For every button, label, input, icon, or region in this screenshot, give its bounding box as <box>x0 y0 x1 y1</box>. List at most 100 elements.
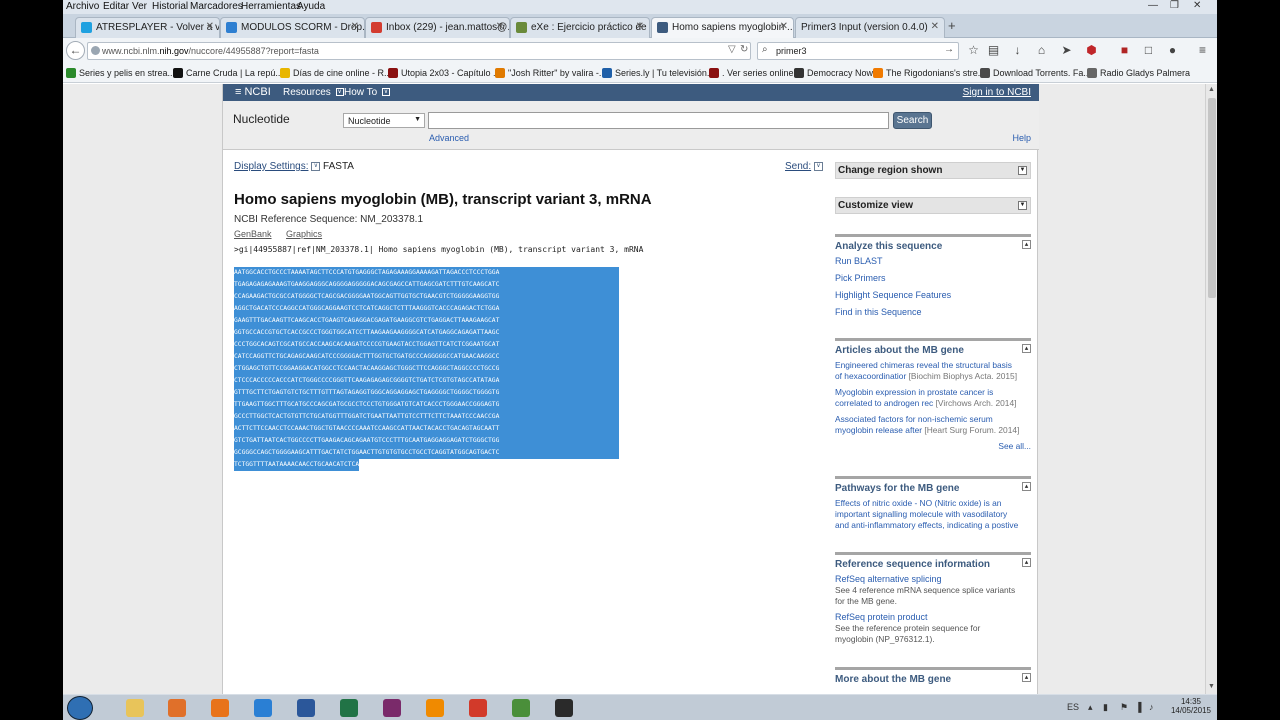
search-term-input[interactable] <box>428 112 889 129</box>
search-button[interactable]: Search <box>893 112 932 129</box>
bookmark-item[interactable]: . Ver series online. <box>709 68 796 78</box>
article-line[interactable]: Engineered chimeras reveal the structura… <box>835 360 1031 371</box>
menu-historial[interactable]: Historial <box>152 1 188 12</box>
url-dropdown-icon[interactable]: ▽ <box>728 44 736 55</box>
article-line[interactable]: myoglobin release after <box>835 425 922 435</box>
chat-icon[interactable]: ● <box>1164 42 1181 59</box>
addon-icon[interactable]: ■ <box>1116 42 1133 59</box>
chrome-taskbar-button[interactable] <box>504 697 538 719</box>
site-identity-icon[interactable] <box>91 46 100 55</box>
bookmark-item[interactable]: Utopia 2x03 - Capítulo ... <box>388 68 501 78</box>
web-search-bar[interactable]: ⌕ primer3 → <box>757 42 959 60</box>
pathway-line[interactable]: and anti-inflammatory effects, indicatin… <box>835 520 1031 531</box>
window-close-icon[interactable]: ✕ <box>1193 0 1201 11</box>
graphics-link[interactable]: Graphics <box>286 229 322 239</box>
reading-list-icon[interactable]: ▤ <box>985 42 1002 59</box>
tab-primer3[interactable]: Primer3 Input (version 0.4.0) ✕ <box>795 17 945 38</box>
reload-icon[interactable]: ↻ <box>740 44 748 55</box>
chevron-down-icon[interactable]: ∨ <box>311 161 321 171</box>
tab-exe[interactable]: eXe : Ejercicio práctico de ... ✕ <box>510 17 650 38</box>
highlight-features-link[interactable]: Highlight Sequence Features <box>835 290 1031 301</box>
volume-icon[interactable]: ♪ <box>1149 702 1154 712</box>
bookmark-item[interactable]: Download Torrents. Fa... <box>980 68 1091 78</box>
excel-taskbar-button[interactable] <box>332 697 366 719</box>
send-menu[interactable]: Send: ∨ <box>785 161 823 172</box>
bookmark-item[interactable]: Carne Cruda | La repú... <box>173 68 283 78</box>
collapse-icon[interactable]: ▴ <box>1022 673 1031 682</box>
ncbi-logo[interactable]: ≡ NCBI <box>235 86 271 98</box>
menu-herramientas[interactable]: Herramientas <box>241 1 301 12</box>
tab-gmail[interactable]: Inbox (229) - jean.mattos@... ✕ <box>365 17 510 38</box>
resources-menu[interactable]: Resources ∨ <box>283 87 344 98</box>
protein-product-link[interactable]: RefSeq protein product <box>835 612 1031 623</box>
bookmark-item[interactable]: Series.ly | Tu televisión... <box>602 68 714 78</box>
find-in-sequence-link[interactable]: Find in this Sequence <box>835 307 1031 318</box>
new-tab-icon[interactable]: + <box>948 18 956 33</box>
article-item[interactable]: Associated factors for non-ischemic seru… <box>835 414 1031 436</box>
flag-icon[interactable]: ⚑ <box>1120 702 1128 713</box>
collapse-icon[interactable]: ▴ <box>1022 344 1031 353</box>
pathway-item[interactable]: Effects of nitric oxide - NO (Nitric oxi… <box>835 498 1031 531</box>
see-all-link[interactable]: See all... <box>835 441 1031 452</box>
page-scrollbar[interactable]: ▲ ▼ <box>1205 84 1217 694</box>
scroll-down-icon[interactable]: ▼ <box>1208 683 1215 690</box>
tray-expand-icon[interactable]: ▴ <box>1088 702 1093 713</box>
pick-primers-link[interactable]: Pick Primers <box>835 273 1031 284</box>
help-link[interactable]: Help <box>1012 133 1031 143</box>
article-item[interactable]: Myoglobin expression in prostate cancer … <box>835 387 1031 409</box>
collapse-icon[interactable]: ▴ <box>1022 558 1031 567</box>
scorm-tool-taskbar-button[interactable] <box>375 697 409 719</box>
alt-splicing-link[interactable]: RefSeq alternative splicing <box>835 574 1031 585</box>
send-icon[interactable]: ➤ <box>1058 42 1075 59</box>
article-line[interactable]: of hexacoordinatior <box>835 371 906 381</box>
bookmark-item[interactable]: "Josh Ritter" by valira -... <box>495 68 606 78</box>
fasta-sequence[interactable]: AATGGCACCTGCCCTAAAATAGCTTCCCATGTGAGGGCTA… <box>234 267 619 476</box>
bookmark-item[interactable]: Días de cine online - R... <box>280 68 392 78</box>
article-line[interactable]: Associated factors for non-ischemic seru… <box>835 414 1031 425</box>
scrollbar-thumb[interactable] <box>1208 98 1216 298</box>
chevron-down-icon[interactable]: ▼ <box>1018 166 1027 175</box>
scroll-up-icon[interactable]: ▲ <box>1208 86 1215 93</box>
chevron-down-icon[interactable]: ▼ <box>1018 201 1027 210</box>
send-label[interactable]: Send: <box>785 161 811 172</box>
change-region-panel[interactable]: Change region shown ▼ <box>835 162 1031 179</box>
clock[interactable]: 14:35 14/05/2015 <box>1171 697 1211 715</box>
tab-close-icon[interactable]: ✕ <box>496 21 504 32</box>
restore-icon[interactable]: ❐ <box>1170 0 1179 11</box>
collapse-icon[interactable]: ▴ <box>1022 482 1031 491</box>
display-settings[interactable]: Display Settings: ∨ FASTA <box>234 161 354 172</box>
bookmark-item[interactable]: Series y pelis en strea... <box>66 68 175 78</box>
vlc-taskbar-button[interactable] <box>418 697 452 719</box>
advanced-search-link[interactable]: Advanced <box>429 133 469 143</box>
start-button[interactable] <box>67 696 93 720</box>
article-line[interactable]: Myoglobin expression in prostate cancer … <box>835 387 1031 398</box>
mushroom-game-taskbar-button[interactable] <box>461 697 495 719</box>
tab-close-icon[interactable]: ✕ <box>931 21 939 32</box>
genbank-link[interactable]: GenBank <box>234 229 272 239</box>
download-icon[interactable]: ↓ <box>1009 42 1026 59</box>
minimize-icon[interactable]: — <box>1148 0 1158 11</box>
menu-hamburger-icon[interactable]: ≡ <box>1194 42 1211 59</box>
menu-ver[interactable]: Ver <box>132 1 147 12</box>
database-select[interactable]: Nucleotide ▼ <box>343 113 425 128</box>
howto-menu[interactable]: How To ∨ <box>344 87 390 98</box>
pathway-line[interactable]: important signalling molecule with vasod… <box>835 509 1031 520</box>
editor-taskbar-button[interactable] <box>547 697 581 719</box>
firefox-taskbar-button[interactable] <box>203 697 237 719</box>
internet-explorer-taskbar-button[interactable] <box>246 697 280 719</box>
sign-in-link[interactable]: Sign in to NCBI <box>963 87 1031 98</box>
media-player-taskbar-button[interactable] <box>160 697 194 719</box>
menu-editar[interactable]: Editar <box>103 1 129 12</box>
tab-close-icon[interactable]: ✕ <box>780 21 788 32</box>
word-taskbar-button[interactable] <box>289 697 323 719</box>
article-line[interactable]: correlated to androgen rec <box>835 398 933 408</box>
network-icon[interactable]: ▐ <box>1135 702 1141 712</box>
explorer-taskbar-button[interactable] <box>118 697 152 719</box>
menu-archivo[interactable]: Archivo <box>66 1 99 12</box>
search-engine-icon[interactable]: ⌕ <box>762 44 768 55</box>
article-item[interactable]: Engineered chimeras reveal the structura… <box>835 360 1031 382</box>
adblock-icon[interactable]: ⬢ <box>1083 42 1100 59</box>
tab-ncbi-myoglobin[interactable]: Homo sapiens myoglobin ... ✕ <box>651 17 794 38</box>
tab-atresplayer[interactable]: ATRESPLAYER - Volver a ve... ✕ <box>75 17 220 38</box>
menu-ayuda[interactable]: Ayuda <box>297 1 325 12</box>
